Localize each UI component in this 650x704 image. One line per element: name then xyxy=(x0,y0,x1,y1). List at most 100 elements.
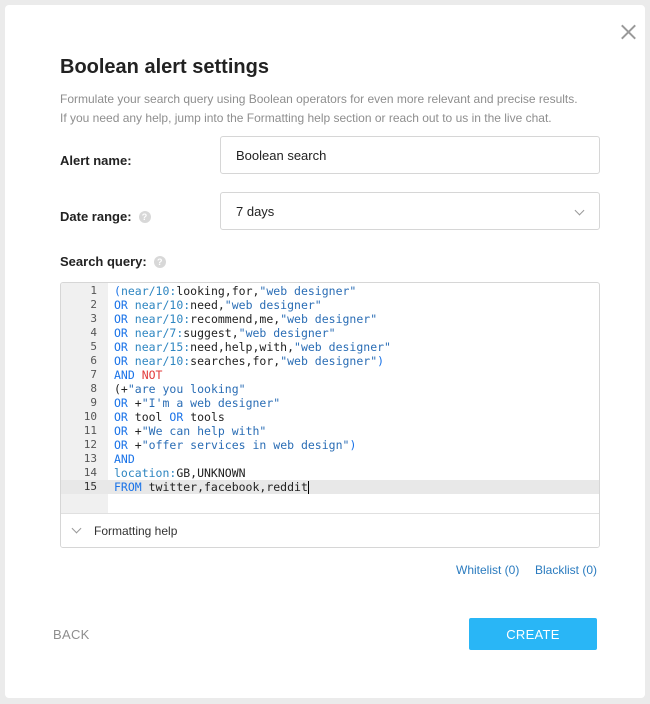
code-text: (near/10:looking,for,"web designer" xyxy=(114,284,356,298)
code-token: "offer services in web design" xyxy=(141,438,350,452)
line-number: 2 xyxy=(90,298,97,311)
code-token: OR xyxy=(114,424,135,438)
code-token: near/10: xyxy=(134,298,191,312)
code-line[interactable]: 8 (+"are you looking" xyxy=(61,382,599,396)
code-text: OR tool OR tools xyxy=(114,410,225,424)
formatting-help-toggle[interactable]: Formatting help xyxy=(61,513,599,547)
code-line[interactable]: 2 OR near/10:need,"web designer" xyxy=(61,298,599,312)
code-text: OR near/10:need,"web designer" xyxy=(114,298,322,312)
alert-name-input[interactable] xyxy=(220,136,600,174)
code-line[interactable]: 9 OR +"I'm a web designer" xyxy=(61,396,599,410)
line-number: 14 xyxy=(83,466,97,479)
code-token: looking,for, xyxy=(176,284,260,298)
code-token: + xyxy=(134,424,142,438)
code-token: OR xyxy=(114,354,135,368)
line-number: 15 xyxy=(83,480,97,493)
code-token: OR xyxy=(114,438,135,452)
code-token: tools xyxy=(190,410,225,424)
formatting-help-label: Formatting help xyxy=(94,523,178,538)
line-number: 1 xyxy=(90,284,97,297)
code-token: "web designer" xyxy=(224,298,322,312)
code-line[interactable]: 13 AND xyxy=(61,452,599,466)
date-range-select[interactable]: 7 days xyxy=(220,192,600,230)
code-text: FROM twitter,facebook,reddit xyxy=(114,480,310,494)
code-token: location: xyxy=(114,466,177,480)
code-line[interactable]: 12 OR +"offer services in web design") xyxy=(61,438,599,452)
code-line[interactable]: 5 OR near/15:need,help,with,"web designer… xyxy=(61,340,599,354)
line-number: 12 xyxy=(83,438,97,451)
close-icon[interactable] xyxy=(618,22,638,42)
code-text: OR +"I'm a web designer" xyxy=(114,396,280,410)
dialog-title: Boolean alert settings xyxy=(60,56,269,78)
boolean-alert-dialog: Boolean alert settings Formulate your se… xyxy=(5,5,645,698)
line-number: 3 xyxy=(90,312,97,325)
whitelist-link[interactable]: Whitelist (0) xyxy=(456,563,519,577)
code-line[interactable]: 7 AND NOT xyxy=(61,368,599,382)
line-number: 5 xyxy=(90,340,97,353)
search-query-editor[interactable]: 1 (near/10:looking,for,"web designer" 2 OR … xyxy=(60,282,600,548)
help-icon[interactable]: ? xyxy=(153,255,166,268)
code-text: OR near/7:suggest,"web designer" xyxy=(114,326,336,340)
code-token: twitter,facebook,reddit xyxy=(148,480,308,494)
code-token: near/15: xyxy=(134,340,191,354)
code-token: ) xyxy=(349,438,357,452)
code-token: FROM xyxy=(114,480,149,494)
code-line[interactable]: 6 OR near/10:searches,for,"web designer") xyxy=(61,354,599,368)
code-token: ( xyxy=(114,284,121,298)
code-token: "are you looking" xyxy=(127,382,246,396)
alert-name-label: Alert name: xyxy=(60,153,132,168)
line-number: 13 xyxy=(83,452,97,465)
code-token: OR xyxy=(114,396,135,410)
code-token: "web designer" xyxy=(294,340,391,354)
code-token: need, xyxy=(190,298,225,312)
create-button[interactable]: CREATE xyxy=(469,618,597,650)
code-area[interactable]: 1 (near/10:looking,for,"web designer" 2 OR … xyxy=(61,284,599,494)
line-number: 6 xyxy=(90,354,97,367)
code-token: OR xyxy=(114,410,135,424)
code-line[interactable]: 1 (near/10:looking,for,"web designer" xyxy=(61,284,599,298)
code-token: GB,UNKNOWN xyxy=(176,466,246,480)
code-token: suggest, xyxy=(183,326,239,340)
code-token: recommend,me, xyxy=(190,312,281,326)
code-token: near/7: xyxy=(134,326,184,340)
code-token: NOT xyxy=(141,368,163,382)
description-line-2: If you need any help, jump into the Form… xyxy=(60,111,552,125)
code-token: searches,for, xyxy=(190,354,281,368)
code-token: "web designer" xyxy=(280,312,378,326)
help-icon[interactable]: ? xyxy=(138,210,151,223)
code-text: OR near/10:recommend,me,"web designer" xyxy=(114,312,377,326)
code-line[interactable]: 14 location:GB,UNKNOWN xyxy=(61,466,599,480)
code-token: "web designer" xyxy=(238,326,336,340)
code-token: OR xyxy=(114,298,135,312)
code-token: (+ xyxy=(114,382,128,396)
line-number: 11 xyxy=(83,424,97,437)
code-token: near/10: xyxy=(134,354,191,368)
code-line[interactable]: 11 OR +"We can help with" xyxy=(61,424,599,438)
code-token: + xyxy=(134,396,142,410)
code-text: (+"are you looking" xyxy=(114,382,246,396)
code-line[interactable]: 15 FROM twitter,facebook,reddit xyxy=(61,480,599,494)
code-text: location:GB,UNKNOWN xyxy=(114,466,246,480)
code-line[interactable]: 4 OR near/7:suggest,"web designer" xyxy=(61,326,599,340)
back-button[interactable]: BACK xyxy=(53,627,90,642)
code-line[interactable]: 10 OR tool OR tools xyxy=(61,410,599,424)
chevron-down-icon xyxy=(71,523,82,534)
code-token: tool xyxy=(134,410,170,424)
code-token: "web designer" xyxy=(259,284,357,298)
code-token: AND xyxy=(114,452,135,466)
line-number: 7 xyxy=(90,368,97,381)
code-token: AND xyxy=(114,368,142,382)
alert-name-label-text: Alert name: xyxy=(60,153,132,168)
date-range-label-text: Date range: xyxy=(60,209,132,224)
code-token: near/10: xyxy=(120,284,177,298)
code-text: OR near/15:need,help,with,"web designer" xyxy=(114,340,391,354)
text-cursor xyxy=(307,481,310,494)
code-token: "We can help with" xyxy=(141,424,267,438)
code-text: OR +"offer services in web design") xyxy=(114,438,356,452)
code-token: ) xyxy=(377,354,385,368)
code-token: OR xyxy=(114,312,135,326)
line-number: 10 xyxy=(83,410,97,423)
date-range-value: 7 days xyxy=(236,203,275,219)
code-line[interactable]: 3 OR near/10:recommend,me,"web designer" xyxy=(61,312,599,326)
blacklist-link[interactable]: Blacklist (0) xyxy=(535,563,597,577)
